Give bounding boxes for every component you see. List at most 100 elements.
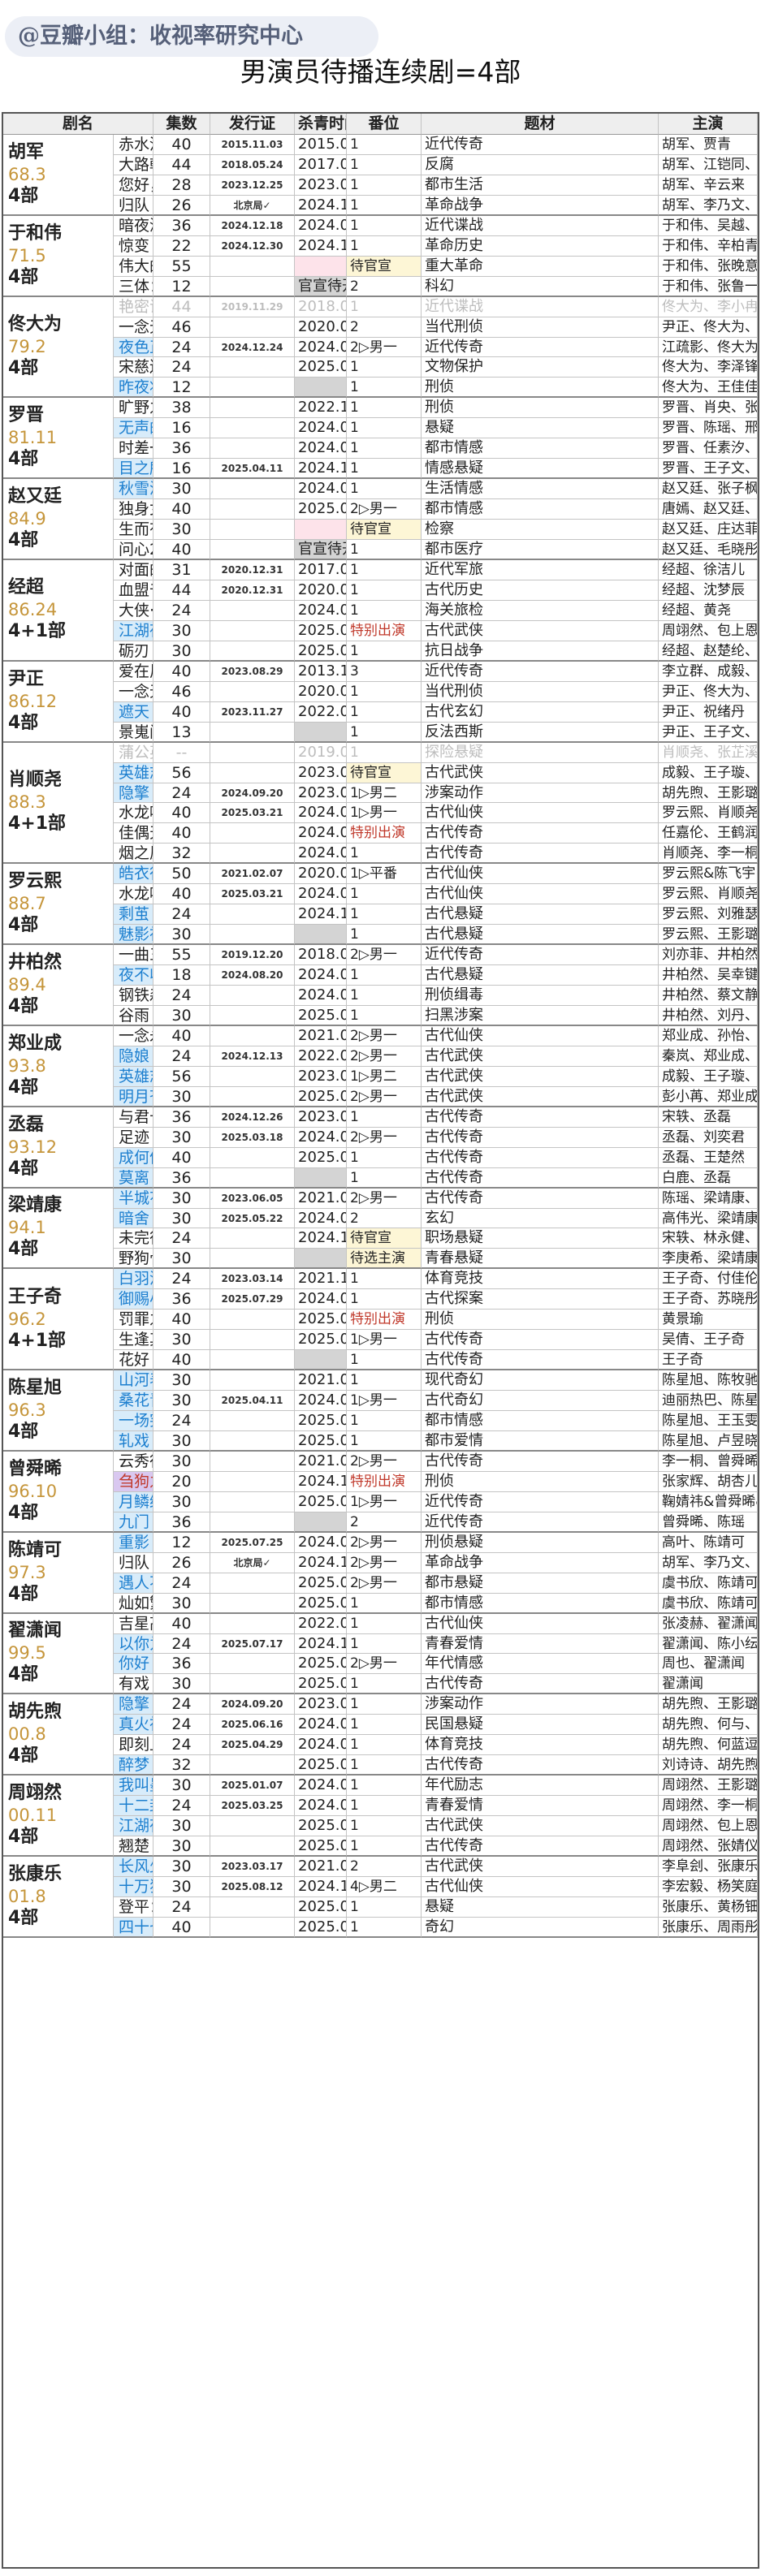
cell-rel: 2015.11.03 bbox=[210, 135, 295, 155]
rel-text: 2025.06.16 bbox=[221, 1719, 283, 1731]
cell-pos: 2 bbox=[347, 1512, 422, 1533]
cell-pos: 1 bbox=[347, 965, 422, 986]
eps-text: 40 bbox=[171, 1310, 192, 1329]
pos-text: 2▷男一 bbox=[350, 1655, 397, 1672]
cast-text: 于和伟、张晚意 bbox=[662, 257, 758, 274]
genre-text: 古代传奇 bbox=[425, 1351, 483, 1369]
pos-text: 3 bbox=[350, 662, 359, 680]
shoot-text: 2020.09.23 bbox=[298, 865, 346, 882]
shoot-text: 2024.12.15 bbox=[298, 905, 346, 923]
actor-name: 王子奇 bbox=[8, 1286, 63, 1307]
eps-text: 24 bbox=[171, 338, 192, 356]
shoot-text: 2025.03.14 bbox=[298, 358, 346, 376]
eps-text: 12 bbox=[171, 277, 192, 296]
pos-text: 2 bbox=[350, 278, 359, 295]
cell-drama: 旷野之境 bbox=[114, 398, 153, 419]
cell-shoot: 2024.04.23 bbox=[295, 884, 347, 905]
cell-eps: 24 bbox=[153, 1694, 210, 1715]
cell-eps: 18 bbox=[153, 965, 210, 986]
genre-text: 古代奇幻 bbox=[425, 1392, 483, 1409]
cast-text: 尹正、佟大为、汤晶媚 bbox=[662, 683, 758, 700]
cell-plat: 腾讯 bbox=[758, 1553, 759, 1573]
shoot-text: 2024.11.28 bbox=[298, 236, 346, 254]
actor-cell: 曾舜晞 96.10 4部 bbox=[3, 1451, 114, 1533]
cell-eps: 55 bbox=[153, 945, 210, 966]
cell-plat: 腾讯 bbox=[758, 1918, 759, 1938]
cell-shoot: 2020.09.23 bbox=[295, 864, 347, 885]
actor-score: 96.2 bbox=[8, 1309, 46, 1329]
cell-cast: 经超、沈梦辰 bbox=[659, 580, 758, 601]
cell-shoot: 2018.01.25 bbox=[295, 296, 347, 317]
cell-drama: 醉梦 bbox=[114, 1755, 153, 1776]
cast-text: 李一桐、曾舜晞、邓为 bbox=[662, 1452, 758, 1469]
cell-shoot: 2024.05.21 bbox=[295, 823, 347, 844]
genre-text: 检察 bbox=[425, 520, 454, 538]
pos-text: 1 bbox=[350, 1757, 359, 1774]
cell-shoot: 2025.01.08 bbox=[295, 1086, 347, 1107]
eps-text: 16 bbox=[171, 460, 192, 478]
drama-text: 十二封信 bbox=[119, 1797, 153, 1815]
shoot-text: 2024.03.07 bbox=[298, 419, 346, 437]
cast-text: 罗晋、任素汐、周游 bbox=[662, 440, 758, 457]
drama-text: 生而有翼 bbox=[119, 520, 153, 539]
genre-text: 古代传奇 bbox=[425, 1675, 483, 1693]
cell-rel bbox=[210, 398, 295, 419]
eps-text: 30 bbox=[171, 1877, 192, 1896]
cell-genre: 古代武侠 bbox=[422, 1086, 659, 1107]
cast-text: 成毅、王子璇、李一桐 bbox=[662, 1068, 758, 1085]
cell-plat: 腾讯 bbox=[758, 1897, 759, 1918]
pos-text: 2▷男一 bbox=[350, 1574, 397, 1591]
genre-text: 古代武侠 bbox=[425, 1858, 483, 1875]
pos-text: 2▷男一 bbox=[350, 1189, 397, 1206]
cell-cast: 于和伟、张晚意 bbox=[659, 256, 758, 277]
cell-eps: 30 bbox=[153, 620, 210, 641]
cell-genre: 古代传奇 bbox=[422, 1107, 659, 1128]
genre-text: 都市情感 bbox=[425, 1412, 483, 1430]
cell-genre: 刑侦 bbox=[422, 378, 659, 399]
pos-text: 2 bbox=[350, 1858, 359, 1875]
genre-text: 近代军旅 bbox=[425, 561, 483, 579]
actor-drama-count: 4+1部 bbox=[8, 621, 67, 642]
cell-cast: 胡军、辛云来 bbox=[659, 175, 758, 196]
cell-drama: 一曲三笙周烟蒸蒸录 bbox=[114, 945, 153, 966]
cell-plat bbox=[758, 641, 759, 662]
drama-text: 艳密谍 bbox=[119, 297, 153, 316]
cell-drama: 蒲公英灯 bbox=[114, 742, 153, 763]
genre-text: 古代传奇 bbox=[425, 1756, 483, 1774]
drama-text: 我叫墨斗儿 bbox=[119, 1776, 153, 1795]
pos-text: 2▷男一 bbox=[350, 1554, 397, 1571]
cast-text: 胡军、李乃文、陈靖可 bbox=[662, 196, 758, 214]
rel-text: 2021.02.07 bbox=[221, 868, 283, 880]
shoot-text: 2017.08.14 bbox=[298, 561, 346, 579]
genre-text: 古代传奇 bbox=[425, 1189, 483, 1206]
cell-cast: 张凌赫、翟潇闻、常华森 bbox=[659, 1613, 758, 1634]
shoot-text: 2024.07.12 bbox=[298, 1209, 346, 1227]
pos-text: 2 bbox=[350, 1210, 359, 1227]
cell-genre: 职场悬疑 bbox=[422, 1228, 659, 1249]
cell-genre: 刑侦 bbox=[422, 1310, 659, 1331]
cell-plat bbox=[758, 1877, 759, 1897]
shoot-text: 2024.09.30 bbox=[298, 1128, 346, 1146]
eps-text: 30 bbox=[171, 926, 192, 944]
cell-drama: 明月苍茫 bbox=[114, 1086, 153, 1107]
cell-eps: 40 bbox=[153, 661, 210, 682]
drama-text: 与君长安 bbox=[119, 1107, 153, 1126]
cell-cast: 曾舜晞、陈瑶 bbox=[659, 1512, 758, 1533]
drama-text: 隐擎 bbox=[119, 1695, 150, 1714]
cell-plat bbox=[758, 257, 759, 277]
cell-cast: 成毅、王子璇、李一桐 bbox=[659, 762, 758, 783]
cell-pos: 1 bbox=[347, 1896, 422, 1918]
cast-text: 周翊然、包上恩 bbox=[662, 1818, 758, 1835]
pos-text: 2 bbox=[350, 318, 359, 335]
cell-rel bbox=[210, 1431, 295, 1452]
genre-text: 体育竞技 bbox=[425, 1270, 483, 1288]
cell-rel bbox=[210, 1471, 295, 1492]
cell-drama: 隐娘 bbox=[114, 1046, 153, 1067]
cell-rel bbox=[210, 1917, 295, 1938]
cell-shoot: 2021.11.23 bbox=[295, 1269, 347, 1290]
cell-drama: 佳偶天成 bbox=[114, 823, 153, 844]
cast-text: 成毅、王子璇、李一桐 bbox=[662, 764, 758, 781]
cell-pos: 2▷男一 bbox=[347, 1086, 422, 1107]
eps-text: 28 bbox=[171, 175, 192, 194]
eps-text: 30 bbox=[171, 1675, 192, 1694]
